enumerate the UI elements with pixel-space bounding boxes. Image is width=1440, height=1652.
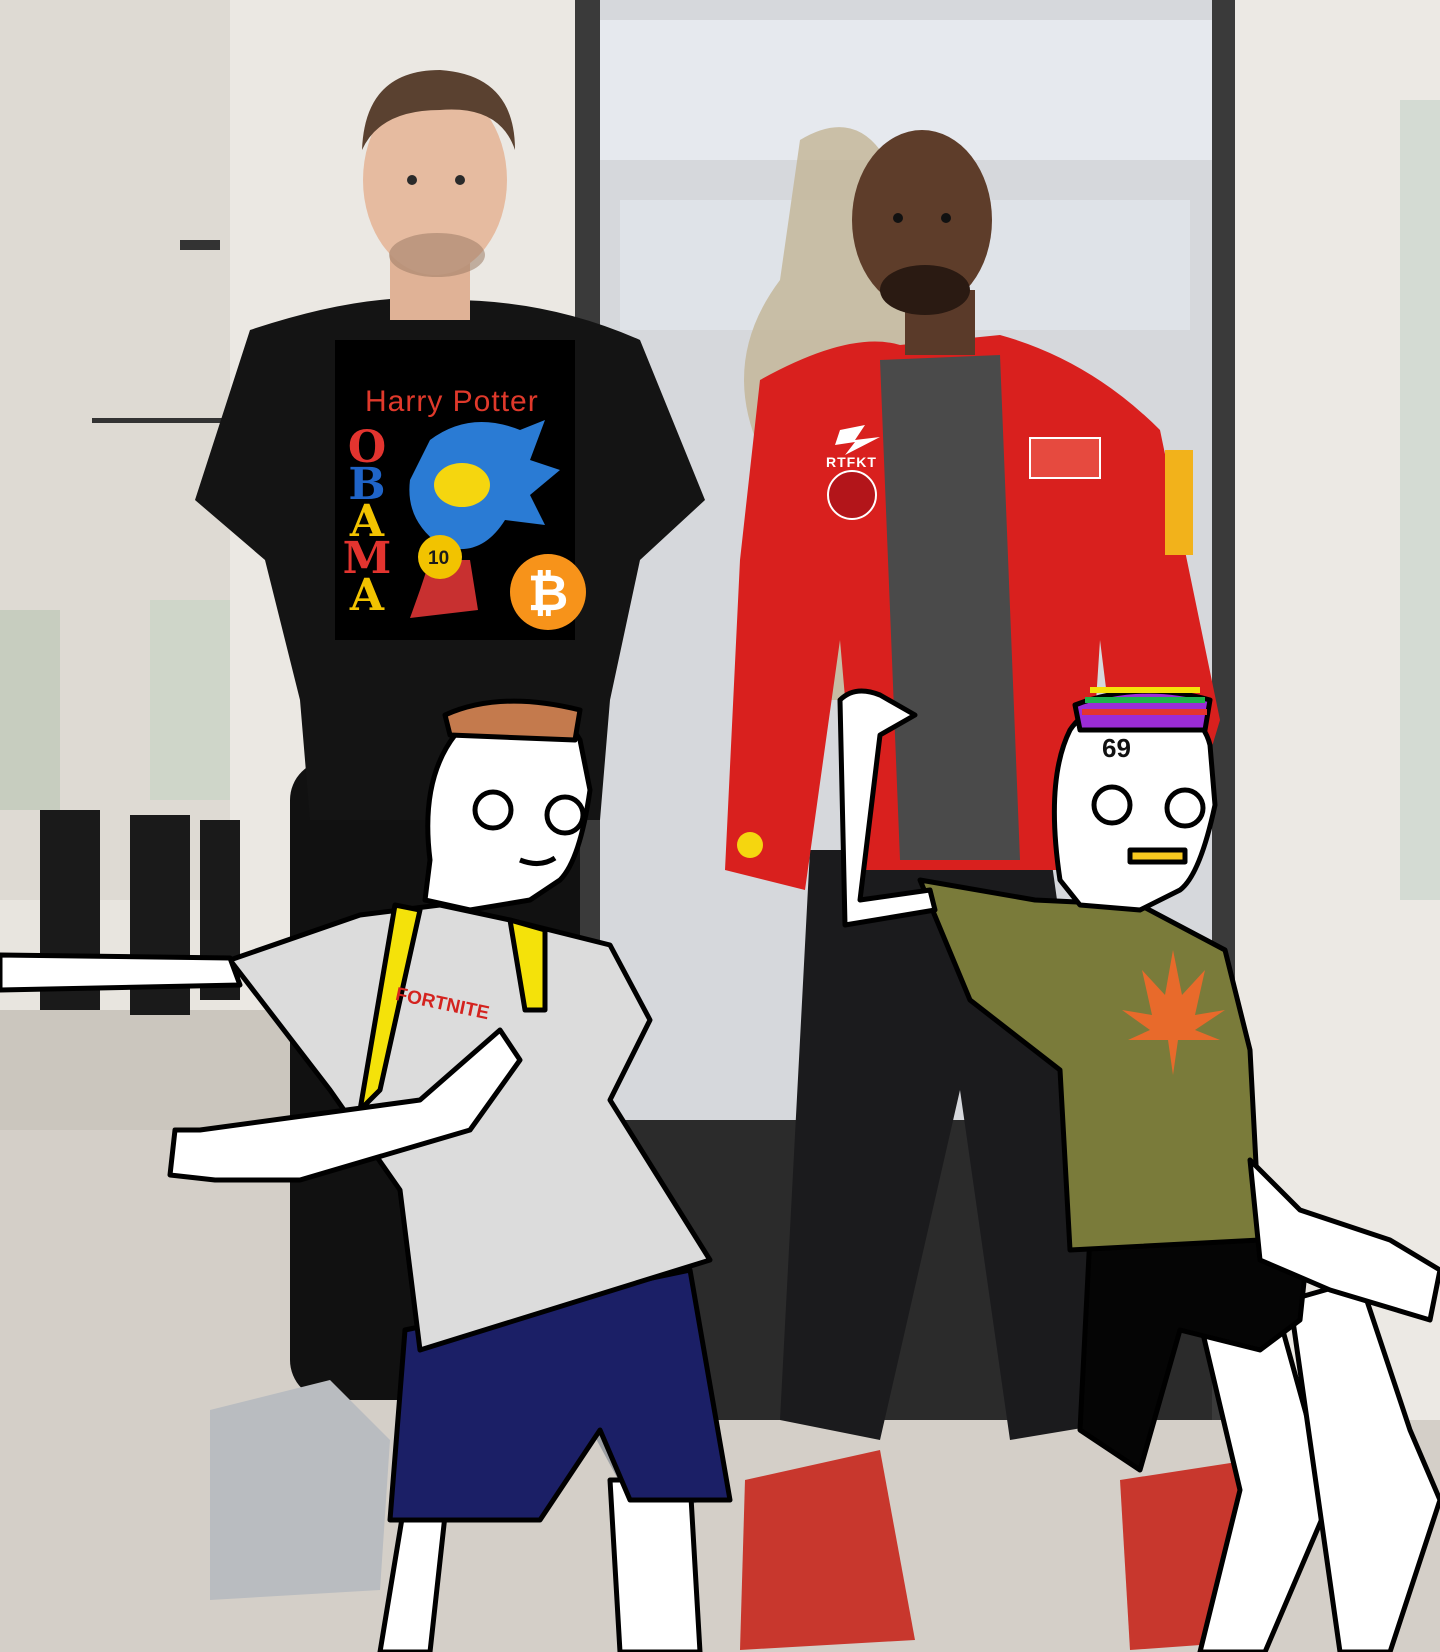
smiley-patch (737, 832, 763, 858)
left-person-eye (407, 175, 417, 185)
bitcoin-symbol: ₿ (528, 564, 569, 622)
forehead-number: 69 (1102, 733, 1131, 763)
right-person-eye (941, 213, 951, 223)
left-person-beard (389, 233, 485, 277)
left-doodle-arm (0, 952, 243, 993)
shirt-title: Harry Potter (365, 385, 539, 418)
sonic-face (434, 463, 490, 507)
right-doodle-grill-teeth (1127, 847, 1188, 865)
jacket-logo-patch (1029, 437, 1101, 479)
jacket-brand-text: RTFKT (826, 454, 877, 470)
jacket-patch (827, 470, 877, 520)
left-person-shoe (210, 1380, 390, 1600)
right-person-shirt (880, 355, 1020, 860)
left-window-2 (0, 610, 60, 810)
shirt-vertical-letters: OBAMA (343, 422, 392, 621)
right-window (1400, 100, 1440, 900)
ceiling-light (92, 418, 227, 423)
scene: ₿ OBAMA (0, 0, 1440, 1652)
left-doodle-hair (442, 698, 583, 743)
left-person-eye (455, 175, 465, 185)
right-person-beard (880, 265, 970, 315)
ceiling-vent (180, 240, 220, 250)
right-person-eye (893, 213, 903, 223)
left-doodle-legs-2 (607, 1477, 703, 1652)
jacket-sleeve-patch (1165, 450, 1193, 555)
left-window (150, 600, 240, 800)
shirt-letter: A (349, 570, 385, 621)
coin-number: 10 (428, 548, 450, 569)
